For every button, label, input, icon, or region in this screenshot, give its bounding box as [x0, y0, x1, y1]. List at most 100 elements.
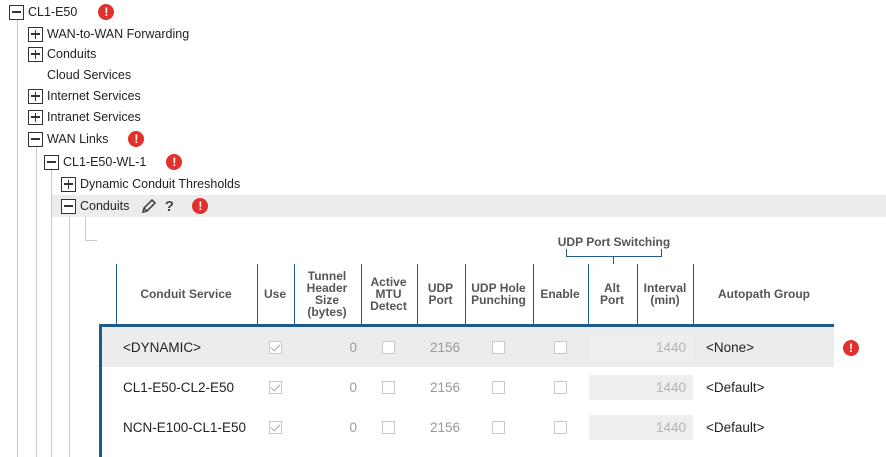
tree-node-cloud-services[interactable]: Cloud Services	[47, 65, 131, 85]
udp-port-switching-header: UDP Port Switching	[557, 235, 671, 249]
mtu-checkbox[interactable]	[382, 340, 395, 354]
error-icon: !	[98, 4, 115, 20]
collapse-icon[interactable]	[28, 131, 43, 147]
column-separator	[257, 264, 258, 325]
hole-punch-checkbox[interactable]	[492, 420, 505, 434]
header-line: Port	[600, 293, 624, 307]
collapse-icon[interactable]	[61, 198, 76, 214]
row-error: !	[843, 338, 859, 358]
conduit-service-cell: NCN-E100-CL1-E50	[123, 419, 247, 435]
column-separator	[637, 264, 638, 325]
collapse-icon[interactable]	[44, 154, 59, 170]
use-checkbox[interactable]	[268, 340, 282, 354]
column-separator	[361, 264, 362, 325]
tree-node-label: Conduits	[47, 47, 97, 61]
header-line: Punching	[471, 293, 526, 307]
interval-input[interactable]: 1440	[589, 415, 693, 440]
udp-port-cell: 2156	[429, 379, 460, 395]
conduit-service-cell: <DYNAMIC>	[123, 339, 202, 355]
enable-checkbox[interactable]	[553, 340, 567, 354]
tree-node-conduits-selected[interactable]: Conduits ? !	[61, 196, 209, 216]
tunnel-size-cell: 0	[349, 339, 357, 355]
pencil-icon[interactable]	[141, 198, 157, 214]
tree-node-dynamic-conduit-thresholds[interactable]: Dynamic Conduit Thresholds	[61, 174, 240, 194]
header-tunnel-header-size: Tunnel Header Size (bytes)	[294, 264, 360, 324]
use-checkbox[interactable]	[268, 380, 282, 394]
mtu-cell	[361, 407, 416, 447]
mtu-checkbox[interactable]	[382, 420, 395, 434]
autopath-cell[interactable]: <Default>	[706, 367, 765, 407]
header-alt-port: Alt Port	[588, 264, 636, 324]
column-separator	[294, 264, 295, 325]
tree-node-conduits[interactable]: Conduits	[28, 44, 96, 64]
hole-punch-cell	[465, 407, 532, 447]
enable-checkbox[interactable]	[553, 380, 567, 394]
enable-cell	[533, 407, 587, 447]
header-autopath-group: Autopath Group	[718, 287, 810, 301]
enable-checkbox[interactable]	[553, 420, 567, 434]
column-separator	[588, 264, 589, 325]
header-line: Port	[428, 293, 453, 307]
table-row[interactable]: <DYNAMIC> 0 2156 1440 <None>	[102, 327, 834, 367]
help-icon[interactable]: ?	[162, 198, 176, 215]
header-line: Detect	[370, 299, 407, 313]
interval-input[interactable]: 1440	[589, 375, 693, 400]
expand-icon[interactable]	[28, 46, 43, 62]
mtu-cell	[361, 367, 416, 407]
mtu-cell	[361, 327, 416, 367]
use-cell	[257, 407, 293, 447]
hole-punch-cell	[465, 327, 532, 367]
error-icon: !	[128, 131, 145, 147]
header-enable: Enable	[540, 287, 580, 301]
udp-port-cell: 2156	[429, 419, 460, 435]
tunnel-size-cell: 0	[349, 419, 357, 435]
error-icon: !	[843, 340, 859, 356]
udp-port-cell: 2156	[429, 339, 460, 355]
expand-icon[interactable]	[61, 176, 76, 192]
hole-punch-checkbox[interactable]	[492, 340, 505, 354]
conduits-table: UDP Port Switching Conduit Service Use T…	[99, 227, 834, 457]
autopath-cell[interactable]: <None>	[706, 327, 754, 367]
hole-punch-checkbox[interactable]	[492, 380, 505, 394]
header-interval: Interval (min)	[637, 264, 693, 324]
header-udp-port: UDP Port	[417, 264, 464, 324]
expand-icon[interactable]	[28, 109, 43, 125]
table-row[interactable]: NCN-E100-CL1-E50 0 2156 1440 <Default>	[102, 407, 834, 447]
table-row[interactable]: CL1-E50-CL2-E50 0 2156 1440 <Default>	[102, 367, 834, 407]
mtu-checkbox[interactable]	[382, 380, 395, 394]
interval-input[interactable]: 1440	[589, 335, 693, 360]
header-line: (min)	[650, 293, 680, 307]
tree-node-root[interactable]: CL1-E50 !	[9, 2, 115, 22]
expand-icon[interactable]	[28, 26, 43, 42]
tree-node-intranet-services[interactable]: Intranet Services	[28, 107, 141, 127]
column-separator	[116, 264, 117, 325]
enable-cell	[533, 367, 587, 407]
udp-group-bracket	[566, 249, 662, 257]
enable-cell	[533, 327, 587, 367]
tree-node-label: WAN-to-WAN Forwarding	[47, 27, 190, 41]
tree-node-label: Cloud Services	[47, 68, 132, 82]
error-icon: !	[192, 198, 209, 214]
tree-node-internet-services[interactable]: Internet Services	[28, 86, 141, 106]
autopath-cell[interactable]: <Default>	[706, 407, 765, 447]
collapse-icon[interactable]	[9, 4, 24, 20]
header-conduit-service: Conduit Service	[140, 287, 232, 301]
tree-node-label: Intranet Services	[47, 110, 141, 124]
error-icon: !	[166, 154, 183, 170]
column-separator	[417, 264, 418, 325]
tree-node-wan-links[interactable]: WAN Links !	[28, 129, 145, 149]
header-line: (bytes)	[307, 305, 347, 319]
tree-node-label: Conduits	[80, 199, 130, 213]
hole-punch-cell	[465, 367, 532, 407]
column-separator	[693, 264, 694, 325]
tree-node-label: WAN Links	[47, 132, 109, 146]
tree-node-wan-to-wan[interactable]: WAN-to-WAN Forwarding	[28, 24, 189, 44]
udp-group-bracket-tick	[613, 257, 614, 264]
expand-icon[interactable]	[28, 88, 43, 104]
conduit-service-cell: CL1-E50-CL2-E50	[123, 379, 235, 395]
tree-node-cl1-e50-wl-1[interactable]: CL1-E50-WL-1 !	[44, 152, 183, 172]
header-udp-hole-punching: UDP Hole Punching	[465, 264, 532, 324]
tree-node-label: Dynamic Conduit Thresholds	[80, 177, 241, 191]
tunnel-size-cell: 0	[349, 379, 357, 395]
use-checkbox[interactable]	[268, 420, 282, 434]
